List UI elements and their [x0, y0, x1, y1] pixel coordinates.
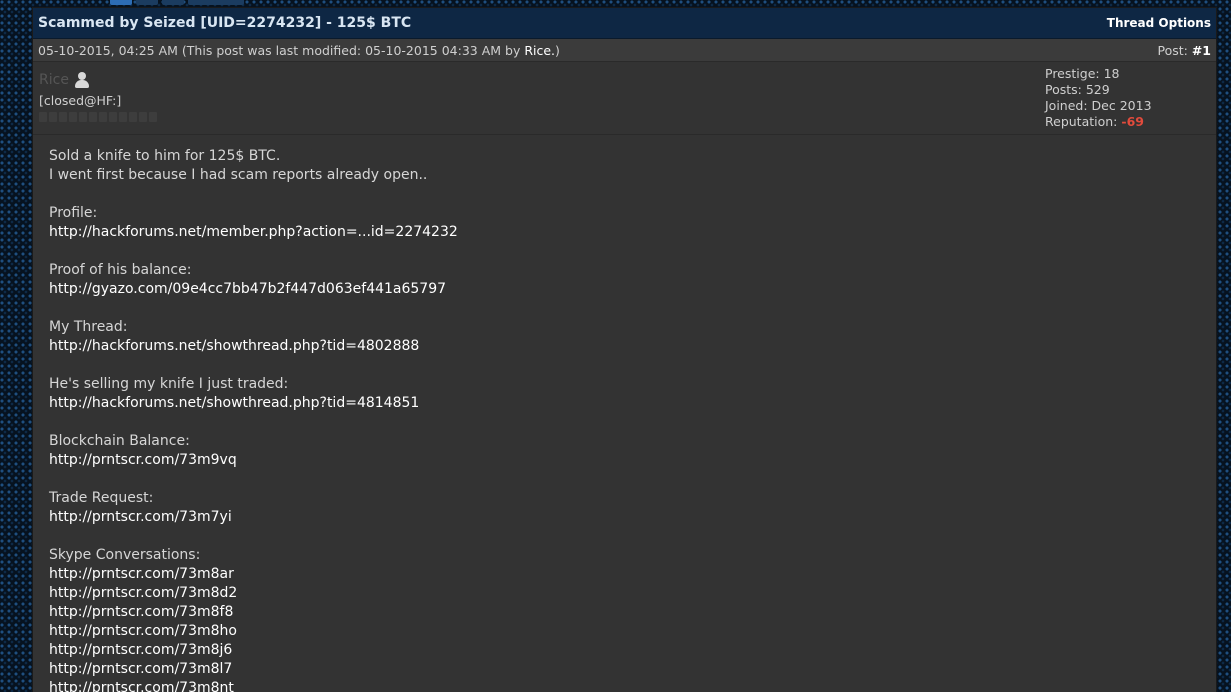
stat-posts: Posts: 529 [1045, 82, 1110, 97]
modified-suffix: ) [555, 42, 560, 58]
star-icon [139, 112, 147, 122]
star-icon [99, 112, 107, 122]
post-link[interactable]: http://gyazo.com/09e4cc7bb47b2f447d063ef… [49, 281, 446, 297]
star-icon [69, 112, 77, 122]
user-title: [closed@HF:] [39, 93, 122, 108]
reputation-link[interactable]: -69 [1121, 114, 1144, 129]
page-button-next[interactable] [188, 0, 244, 5]
post-line: http://prntscr.com/73m8j6 [49, 641, 1200, 660]
page-button[interactable] [162, 0, 184, 5]
top-pagination [36, 0, 244, 5]
post-link[interactable]: http://hackforums.net/showthread.php?tid… [49, 395, 419, 411]
post-link[interactable]: http://hackforums.net/member.php?action=… [49, 224, 458, 240]
modified-prefix: (This post was last modified: 05-10-2015… [181, 42, 525, 58]
star-icon [79, 112, 87, 122]
post-label: Post: [1157, 42, 1192, 58]
post-link[interactable]: http://prntscr.com/73m8ho [49, 623, 237, 639]
post-line: http://prntscr.com/73m7yi [49, 508, 1200, 527]
post-text-line: Profile: [49, 205, 98, 221]
post-line: http://prntscr.com/73m8ho [49, 622, 1200, 641]
user-stars [39, 112, 157, 122]
post-meta-bar: 05-10-2015, 04:25 AM (This post was last… [33, 39, 1216, 62]
post-line: http://prntscr.com/73m8f8 [49, 603, 1200, 622]
post-line: http://prntscr.com/73m8l7 [49, 660, 1200, 679]
star-icon [89, 112, 97, 122]
page-button[interactable] [136, 0, 158, 5]
post-text-line: Sold a knife to him for 125$ BTC. [49, 148, 281, 164]
post-text-line: Skype Conversations: [49, 547, 201, 563]
star-icon [49, 112, 57, 122]
page-button-current[interactable] [110, 0, 132, 5]
post-line: http://gyazo.com/09e4cc7bb47b2f447d063ef… [49, 280, 1200, 299]
star-icon [109, 112, 117, 122]
stat-prestige: Prestige: 18 [1045, 66, 1120, 81]
star-icon [119, 112, 127, 122]
post-line: http://hackforums.net/showthread.php?tid… [49, 337, 1200, 356]
post-body: Sold a knife to him for 125$ BTC. I went … [33, 135, 1216, 692]
post-link[interactable]: http://prntscr.com/73m8l7 [49, 661, 232, 677]
author-profile: Rice [closed@HF:] [39, 70, 157, 122]
star-icon [149, 112, 157, 122]
username-row: Rice [39, 70, 157, 90]
post-link[interactable]: http://prntscr.com/73m8f8 [49, 604, 233, 620]
star-icon [39, 112, 47, 122]
post-line: http://prntscr.com/73m8ar [49, 565, 1200, 584]
user-icon [74, 72, 89, 88]
author-stats: Prestige: 18 Posts: 529 Joined: Dec 2013… [1045, 66, 1152, 130]
post-link[interactable]: http://prntscr.com/73m7yi [49, 509, 232, 525]
post-text-line: Proof of his balance: [49, 262, 192, 278]
post-number: Post: #1 [1157, 43, 1211, 58]
thread-header: Scammed by Seized [UID=2274232] - 125$ B… [33, 8, 1216, 39]
star-icon [59, 112, 67, 122]
stat-reputation: Reputation: -69 [1045, 114, 1144, 129]
thread-title: Scammed by Seized [UID=2274232] - 125$ B… [38, 15, 412, 31]
post-text-line: Trade Request: [49, 490, 154, 506]
post-text-line: He's selling my knife I just traded: [49, 376, 289, 392]
pagination-label [36, 0, 106, 5]
thread-options-link[interactable]: Thread Options [1107, 16, 1211, 30]
stat-joined: Joined: Dec 2013 [1045, 98, 1152, 113]
star-icon [129, 112, 137, 122]
post-timestamp: 05-10-2015, 04:25 AM [38, 42, 178, 58]
modified-by-link[interactable]: Rice. [524, 43, 555, 58]
author-info: Rice [closed@HF:] Prestige: 18 Posts: 52… [33, 62, 1216, 135]
post-line: http://prntscr.com/73m9vq [49, 451, 1200, 470]
post-line: http://prntscr.com/73m8d2 [49, 584, 1200, 603]
post-number-link[interactable]: #1 [1192, 43, 1211, 58]
post-container: Scammed by Seized [UID=2274232] - 125$ B… [32, 7, 1217, 692]
post-text-line: I went first because I had scam reports … [49, 167, 428, 183]
post-text-line: Blockchain Balance: [49, 433, 190, 449]
username-link[interactable]: Rice [39, 72, 69, 88]
post-link[interactable]: http://prntscr.com/73m9vq [49, 452, 237, 468]
post-link[interactable]: http://hackforums.net/showthread.php?tid… [49, 338, 419, 354]
post-line: http://hackforums.net/showthread.php?tid… [49, 394, 1200, 413]
post-date-info: 05-10-2015, 04:25 AM (This post was last… [38, 43, 560, 58]
post-link[interactable]: http://prntscr.com/73m8ar [49, 566, 234, 582]
post-text-line: My Thread: [49, 319, 128, 335]
post-link[interactable]: http://prntscr.com/73m8j6 [49, 642, 232, 658]
post-link[interactable]: http://prntscr.com/73m8nt [49, 680, 234, 692]
post-link[interactable]: http://prntscr.com/73m8d2 [49, 585, 237, 601]
post-line: http://hackforums.net/member.php?action=… [49, 223, 1200, 242]
post-line: http://prntscr.com/73m8nt [49, 679, 1200, 692]
